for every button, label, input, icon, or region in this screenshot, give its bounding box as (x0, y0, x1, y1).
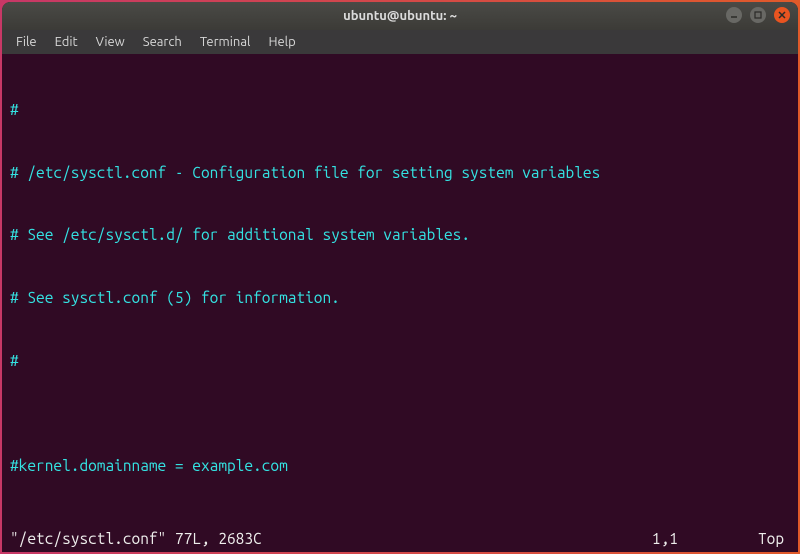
menu-help[interactable]: Help (260, 33, 303, 51)
file-line: # See /etc/sysctl.d/ for additional syst… (10, 225, 790, 246)
menu-terminal[interactable]: Terminal (192, 33, 259, 51)
vim-status-line: "/etc/sysctl.conf" 77L, 2683C 1,1 Top (10, 529, 790, 550)
status-scroll-position: Top (758, 529, 790, 550)
status-spacer (262, 529, 652, 550)
file-line: # (10, 100, 790, 121)
minimize-button[interactable] (726, 7, 742, 23)
terminal-window: ubuntu@ubuntu: ~ File Edit View Search T… (2, 2, 798, 552)
window-controls (726, 7, 790, 23)
close-button[interactable] (774, 7, 790, 23)
maximize-button[interactable] (750, 7, 766, 23)
file-line: # /etc/sysctl.conf - Configuration file … (10, 163, 790, 184)
menu-edit[interactable]: Edit (47, 33, 86, 51)
menu-search[interactable]: Search (135, 33, 190, 51)
file-line: # See sysctl.conf (5) for information. (10, 288, 790, 309)
menubar: File Edit View Search Terminal Help (2, 30, 798, 54)
file-line: #kernel.domainname = example.com (10, 456, 790, 477)
menu-view[interactable]: View (88, 33, 133, 51)
titlebar: ubuntu@ubuntu: ~ (2, 2, 798, 30)
terminal-body[interactable]: # # /etc/sysctl.conf - Configuration fil… (2, 54, 798, 552)
status-file-info: "/etc/sysctl.conf" 77L, 2683C (10, 529, 262, 550)
menu-file[interactable]: File (8, 33, 45, 51)
file-line: # (10, 351, 790, 372)
window-title: ubuntu@ubuntu: ~ (343, 9, 457, 23)
status-cursor-position: 1,1 (652, 529, 678, 550)
